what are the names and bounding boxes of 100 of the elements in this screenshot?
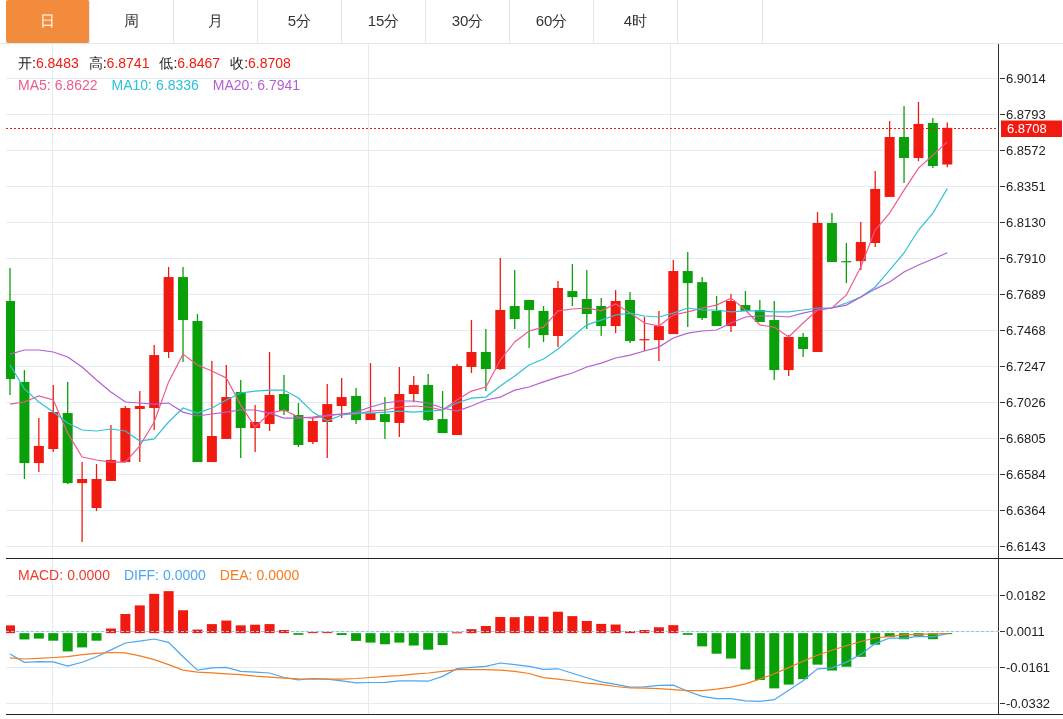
histogram-bar bbox=[336, 633, 347, 636]
quote-label: 开: bbox=[18, 55, 36, 71]
histogram-bar bbox=[552, 611, 563, 634]
histogram-bar bbox=[379, 633, 390, 645]
legend-value: 6.8622 bbox=[54, 77, 98, 93]
quote-value: 6.8483 bbox=[35, 55, 79, 71]
ref-line-label: 6.8708 bbox=[1007, 121, 1047, 136]
histogram-bar bbox=[264, 624, 275, 634]
legend-label: MA10: bbox=[111, 77, 152, 93]
candlestick bbox=[293, 402, 304, 448]
histogram-bar bbox=[625, 631, 636, 634]
histogram-bar bbox=[870, 633, 881, 645]
histogram-bar bbox=[927, 633, 938, 640]
legend-value: 0.0000 bbox=[67, 567, 110, 583]
candlestick bbox=[379, 396, 390, 440]
histogram-bar bbox=[480, 626, 491, 634]
candlestick bbox=[365, 362, 376, 421]
histogram-bar bbox=[711, 633, 722, 654]
candlestick bbox=[120, 405, 131, 463]
histogram-bar bbox=[884, 633, 895, 638]
histogram-bar bbox=[596, 623, 607, 634]
histogram-bar bbox=[524, 616, 535, 634]
axis-label: 0.0182 bbox=[1006, 588, 1046, 603]
price-tag: 6.8708 bbox=[1001, 120, 1062, 137]
histogram-bar bbox=[653, 627, 664, 634]
candlestick bbox=[250, 404, 261, 453]
candlestick bbox=[610, 289, 621, 334]
histogram-bar bbox=[279, 630, 289, 634]
candlestick bbox=[783, 334, 794, 377]
axis-label: 6.8572 bbox=[1006, 143, 1046, 158]
candlestick bbox=[841, 242, 852, 284]
axis-label: 6.8130 bbox=[1006, 215, 1046, 230]
candlestick bbox=[480, 328, 491, 392]
histogram-bar bbox=[754, 633, 765, 680]
histogram-bar bbox=[913, 633, 924, 636]
axis-label: -0.0161 bbox=[1006, 660, 1051, 675]
legend-value: 0.0000 bbox=[162, 567, 206, 583]
candlestick bbox=[48, 384, 59, 453]
candlestick bbox=[826, 212, 837, 263]
candlestick bbox=[798, 332, 809, 358]
axis-label: 6.6143 bbox=[1006, 539, 1046, 554]
histogram-bar bbox=[581, 620, 592, 634]
candlestick bbox=[524, 299, 535, 349]
candlestick bbox=[855, 221, 866, 271]
axis-label: 6.6364 bbox=[1006, 503, 1046, 518]
axis-label: 6.9014 bbox=[1006, 71, 1046, 86]
histogram-bar bbox=[769, 633, 780, 689]
candlestick bbox=[105, 424, 116, 482]
histogram-bar bbox=[668, 625, 679, 634]
candlestick bbox=[913, 101, 924, 162]
candlestick bbox=[567, 263, 578, 307]
histogram-bar bbox=[408, 633, 419, 646]
axis-label: 6.8351 bbox=[1006, 179, 1046, 194]
histogram-bar bbox=[495, 616, 506, 634]
quote-value: 6.8467 bbox=[177, 55, 221, 71]
candlestick bbox=[625, 291, 636, 344]
histogram-bar bbox=[639, 630, 650, 634]
candlestick bbox=[466, 319, 477, 374]
histogram-bar bbox=[351, 633, 362, 641]
histogram-bar bbox=[826, 633, 837, 671]
legend-label: DIFF: bbox=[123, 567, 159, 583]
candlestick bbox=[653, 310, 664, 362]
candlestick bbox=[581, 269, 592, 330]
histogram-bar bbox=[105, 628, 116, 634]
histogram-bar bbox=[697, 633, 708, 647]
histogram-bar bbox=[855, 633, 866, 657]
candlestick bbox=[394, 366, 405, 438]
candlestick bbox=[33, 417, 44, 473]
histogram-bar bbox=[726, 633, 736, 659]
candlestick bbox=[437, 390, 448, 434]
histogram-bar bbox=[91, 633, 102, 641]
histogram-bar bbox=[250, 624, 261, 634]
axis-label: 6.7026 bbox=[1006, 395, 1046, 410]
candlestick bbox=[538, 305, 549, 343]
axis-label: 0.0011 bbox=[1006, 624, 1045, 639]
histogram-bar bbox=[610, 624, 621, 634]
legend-label: MACD: bbox=[18, 567, 64, 583]
candlestick bbox=[408, 375, 419, 403]
histogram-bar bbox=[841, 633, 852, 667]
legend-value: 0.0000 bbox=[256, 567, 300, 583]
candlestick bbox=[697, 276, 708, 321]
candlestick bbox=[639, 316, 650, 352]
candlestick bbox=[351, 387, 362, 425]
legend-label: MA20: bbox=[212, 77, 254, 93]
axis-label: 6.7468 bbox=[1006, 323, 1046, 338]
histogram-bar bbox=[899, 633, 910, 640]
quote-label: 低: bbox=[159, 55, 178, 71]
candlestick bbox=[279, 374, 289, 416]
histogram-bar bbox=[6, 625, 15, 634]
histogram-bar bbox=[235, 625, 246, 634]
candlestick bbox=[552, 280, 563, 348]
histogram-bar bbox=[509, 617, 520, 634]
legend-value: 6.8336 bbox=[156, 77, 199, 93]
quote-label: 高: bbox=[88, 55, 107, 71]
histogram-bar bbox=[394, 633, 405, 643]
histogram-bar bbox=[192, 629, 203, 634]
histogram-bar bbox=[33, 633, 44, 639]
histogram-bar bbox=[740, 633, 751, 670]
candlestick bbox=[307, 416, 318, 445]
candlestick bbox=[711, 295, 722, 327]
